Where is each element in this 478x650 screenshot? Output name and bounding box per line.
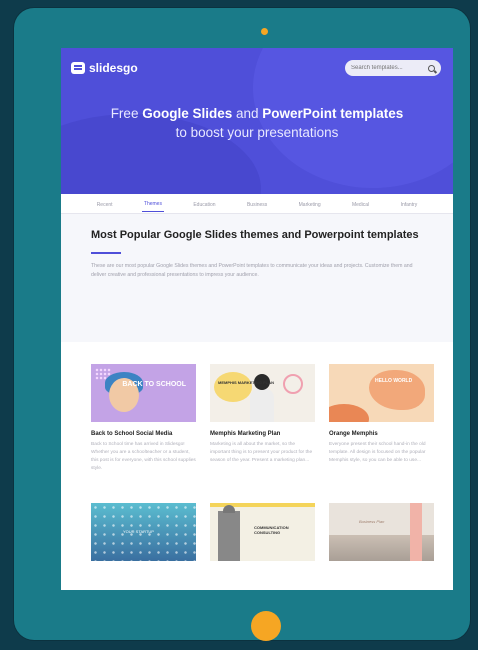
tab-education[interactable]: Education (191, 198, 217, 212)
section-description: These are our most popular Google Slides… (91, 263, 413, 278)
template-thumbnail[interactable]: MEMPHIS MARKETING PLAN (210, 364, 315, 422)
camera-dot (261, 28, 268, 35)
template-title[interactable]: Orange Memphis (329, 430, 434, 438)
thumbnail-decoration (214, 372, 252, 402)
tab-themes[interactable]: Themes (141, 197, 164, 212)
thumbnail-label: YOUR STARTUP (123, 529, 154, 534)
hero-line-2: to boost your presentations (175, 125, 339, 140)
template-grid: BACK TO SCHOOL Back to School Social Med… (61, 342, 453, 473)
thumbnail-decoration (250, 388, 274, 422)
category-tabs: Recent Themes Education Business Marketi… (61, 196, 453, 214)
tab-infantry[interactable]: Infantry (399, 198, 420, 212)
hero-bold-text: PowerPoint templates (262, 106, 404, 121)
tab-recent[interactable]: Recent (95, 198, 115, 212)
home-button[interactable] (251, 611, 281, 641)
thumbnail-label: MEMPHIS MARKETING PLAN (218, 380, 274, 385)
intro-section: Most Popular Google Slides themes and Po… (61, 214, 453, 342)
thumbnail-decoration (410, 503, 422, 561)
site-logo[interactable]: slidesgo (71, 61, 138, 75)
template-card[interactable]: COMMUNICATION CONSULTING (210, 503, 315, 561)
template-thumbnail[interactable]: HELLO WORLD (329, 364, 434, 422)
thumbnail-label: COMMUNICATION CONSULTING (254, 525, 289, 535)
hero-text: and (232, 106, 263, 121)
hero-headline: Free Google Slides and PowerPoint templa… (61, 104, 453, 142)
hero-line-1: Free Google Slides and PowerPoint templa… (61, 104, 453, 123)
section-title: Most Popular Google Slides themes and Po… (91, 229, 419, 241)
thumbnail-label: HELLO WORLD (375, 378, 413, 384)
tab-medical[interactable]: Medical (350, 198, 371, 212)
template-card[interactable]: BACK TO SCHOOL Back to School Social Med… (91, 364, 196, 473)
template-description: Back to School time has arrived in Slide… (91, 442, 196, 471)
hero-bold-text: Google Slides (142, 106, 233, 121)
logo-text: slidesgo (89, 61, 138, 75)
tab-business[interactable]: Business (245, 198, 269, 212)
browser-screen: slidesgo Free Google Slides and PowerPoi… (61, 48, 453, 590)
thumbnail-decoration (369, 370, 425, 410)
title-underline (91, 252, 121, 254)
template-grid-row-2: YOUR STARTUP COMMUNICATION CONSULTING Bu… (61, 473, 453, 561)
template-thumbnail[interactable]: YOUR STARTUP (91, 503, 196, 561)
hero-banner: slidesgo Free Google Slides and PowerPoi… (61, 48, 453, 194)
thumbnail-label: BACK TO SCHOOL (122, 381, 186, 388)
template-title[interactable]: Back to School Social Media (91, 430, 196, 438)
template-card[interactable]: MEMPHIS MARKETING PLAN Memphis Marketing… (210, 364, 315, 473)
template-card[interactable]: HELLO WORLD Orange Memphis Everyone pres… (329, 364, 434, 473)
template-title[interactable]: Memphis Marketing Plan (210, 430, 315, 438)
slides-logo-icon (71, 62, 85, 74)
template-card[interactable]: YOUR STARTUP (91, 503, 196, 561)
search-box[interactable] (345, 60, 441, 76)
thumbnail-decoration (329, 404, 369, 422)
thumbnail-label: Business Plan (359, 519, 385, 524)
thumbnail-decoration (218, 505, 240, 561)
template-thumbnail[interactable]: COMMUNICATION CONSULTING (210, 503, 315, 561)
search-icon[interactable] (428, 64, 435, 72)
thumbnail-decoration (283, 374, 303, 394)
template-card[interactable]: Business Plan (329, 503, 434, 561)
template-thumbnail[interactable]: Business Plan (329, 503, 434, 561)
tab-marketing[interactable]: Marketing (297, 198, 323, 212)
template-description: Marketing is all about the market, so th… (210, 442, 313, 463)
hero-text: Free (110, 106, 143, 121)
template-thumbnail[interactable]: BACK TO SCHOOL (91, 364, 196, 422)
search-input[interactable] (351, 65, 423, 71)
template-description: Everyone present their school hand-in th… (329, 442, 426, 463)
tablet-frame: slidesgo Free Google Slides and PowerPoi… (14, 8, 470, 641)
